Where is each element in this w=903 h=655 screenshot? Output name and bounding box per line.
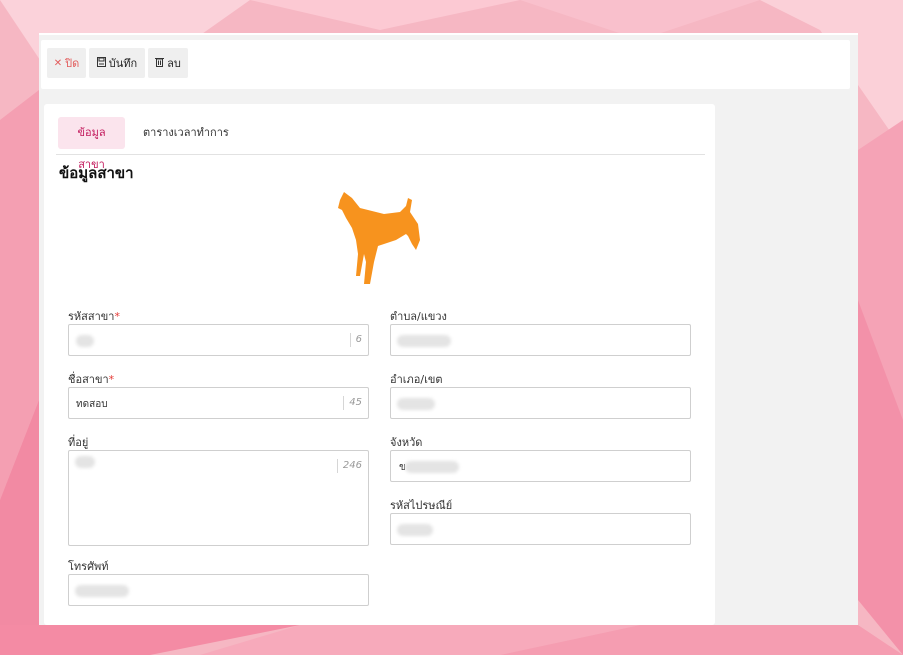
toolbar: ✕ ปิด บันทึก ลบ	[41, 40, 850, 89]
delete-button[interactable]: ลบ	[148, 48, 188, 78]
required-mark: *	[114, 310, 120, 323]
branch-name-value: ทดสอบ	[76, 399, 108, 410]
dog-silhouette-icon	[338, 192, 420, 284]
phone-label: โทรศัพท์	[68, 560, 109, 573]
close-label: ปิด	[65, 57, 80, 70]
blurred-value	[76, 335, 94, 347]
app-window: ✕ ปิด บันทึก ลบ ข้อมูลสาขา ตารางเวลาทำกา…	[39, 33, 858, 625]
phone-input[interactable]	[68, 574, 369, 606]
delete-label: ลบ	[167, 57, 181, 70]
char-counter: 45	[343, 396, 362, 410]
blurred-value	[397, 335, 451, 347]
required-mark: *	[108, 373, 115, 386]
blurred-value	[397, 524, 433, 536]
subdistrict-label: ตำบล/แขวง	[390, 310, 447, 323]
postal-code-label: รหัสไปรษณีย์	[390, 499, 453, 512]
close-button[interactable]: ✕ ปิด	[47, 48, 86, 78]
char-counter: 246	[336, 459, 362, 473]
branch-code-label-text: รหัสสาขา	[68, 310, 115, 323]
blurred-value	[405, 461, 459, 473]
tab-branch-info[interactable]: ข้อมูลสาขา	[58, 117, 125, 171]
char-counter: 6	[349, 333, 362, 347]
branch-name-input[interactable]: ทดสอบ 45	[68, 387, 369, 419]
blurred-value	[75, 585, 129, 597]
district-input[interactable]	[390, 387, 691, 419]
province-label: จังหวัด	[390, 436, 423, 449]
save-icon	[96, 56, 106, 70]
section-title: ข้อมูลสาขา	[59, 164, 134, 182]
save-label: บันทึก	[108, 57, 138, 70]
branch-name-label: ชื่อสาขา*	[68, 370, 114, 388]
district-label: อำเภอ/เขต	[390, 373, 443, 386]
blurred-value	[75, 456, 95, 468]
blurred-value	[397, 398, 435, 410]
save-button[interactable]: บันทึก	[89, 48, 145, 78]
branch-name-label-text: ชื่อสาขา	[68, 373, 109, 386]
address-textarea[interactable]: 246	[68, 450, 369, 546]
tab-divider	[56, 154, 705, 155]
postal-code-input[interactable]	[390, 513, 691, 545]
branch-code-label: รหัสสาขา*	[68, 307, 120, 325]
window-top-line	[39, 33, 858, 35]
close-icon: ✕	[53, 57, 63, 69]
trash-icon	[155, 57, 165, 70]
address-label: ที่อยู่	[68, 436, 89, 449]
branch-code-input[interactable]: 6	[68, 324, 369, 356]
subdistrict-input[interactable]	[390, 324, 691, 356]
branch-info-card: ข้อมูลสาขา ตารางเวลาทำการ ข้อมูลสาขา รหั…	[44, 104, 715, 625]
tab-business-hours[interactable]: ตารางเวลาทำการ	[135, 117, 237, 149]
province-input[interactable]: ข	[390, 450, 691, 482]
